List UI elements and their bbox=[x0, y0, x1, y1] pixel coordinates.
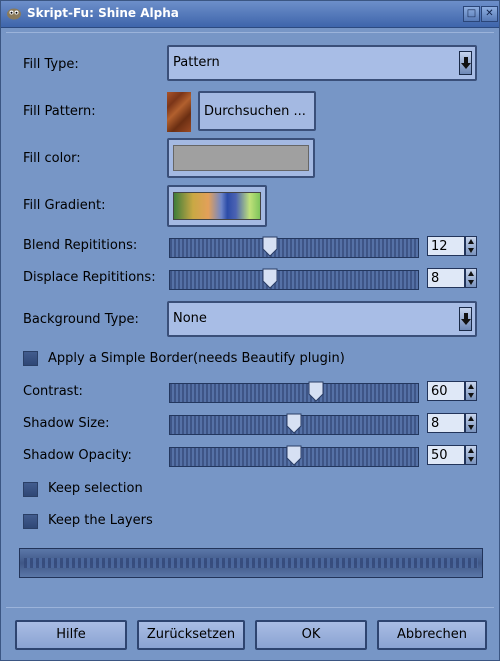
background-type-label: Background Type: bbox=[23, 312, 139, 327]
keep-selection-checkbox[interactable] bbox=[23, 482, 38, 497]
keep-layers-label[interactable]: Keep the Layers bbox=[48, 513, 153, 528]
simple-border-checkbox[interactable] bbox=[23, 351, 38, 366]
window-title: Skript-Fu: Shine Alpha bbox=[27, 6, 179, 20]
fill-type-label: Fill Type: bbox=[23, 57, 79, 72]
gimp-app-icon bbox=[7, 8, 21, 20]
background-type-value: None bbox=[173, 311, 207, 326]
titlebar[interactable]: Skript-Fu: Shine Alpha □ ✕ bbox=[1, 1, 499, 28]
slider-thumb[interactable] bbox=[308, 381, 324, 403]
shadow-opacity-input[interactable]: 50 bbox=[427, 445, 465, 465]
displace-repititions-slider[interactable] bbox=[169, 268, 419, 290]
shadow-opacity-label: Shadow Opacity: bbox=[23, 448, 132, 463]
browse-pattern-button[interactable]: Durchsuchen ... bbox=[198, 91, 316, 131]
contrast-input[interactable]: 60 bbox=[427, 381, 465, 401]
gradient-preview bbox=[173, 192, 261, 220]
spin-arrows-icon[interactable] bbox=[465, 381, 477, 401]
fill-type-select[interactable]: Pattern bbox=[167, 45, 477, 81]
contrast-value: 60 bbox=[431, 384, 448, 399]
blend-repititions-input[interactable]: 12 bbox=[427, 236, 465, 256]
shadow-opacity-value: 50 bbox=[431, 448, 448, 463]
fill-gradient-label: Fill Gradient: bbox=[23, 198, 106, 213]
displace-repititions-label: Displace Repititions: bbox=[23, 270, 156, 285]
shadow-size-input[interactable]: 8 bbox=[427, 413, 465, 433]
slider-thumb[interactable] bbox=[262, 268, 278, 290]
blend-repititions-value: 12 bbox=[431, 239, 448, 254]
shadow-size-value: 8 bbox=[431, 416, 440, 431]
divider bbox=[6, 32, 494, 33]
fill-gradient-button[interactable] bbox=[167, 185, 267, 227]
pattern-preview[interactable] bbox=[167, 92, 191, 132]
shadow-opacity-slider[interactable] bbox=[169, 445, 419, 467]
displace-repititions-input[interactable]: 8 bbox=[427, 268, 465, 288]
close-button[interactable]: ✕ bbox=[481, 6, 498, 22]
displace-repititions-value: 8 bbox=[431, 271, 440, 286]
keep-layers-checkbox[interactable] bbox=[23, 514, 38, 529]
shadow-size-slider[interactable] bbox=[169, 413, 419, 435]
blend-repititions-slider[interactable] bbox=[169, 236, 419, 258]
help-button[interactable]: Hilfe bbox=[15, 620, 127, 650]
fill-type-value: Pattern bbox=[173, 55, 220, 70]
spin-arrows-icon[interactable] bbox=[465, 445, 477, 465]
shadow-size-label: Shadow Size: bbox=[23, 416, 110, 431]
chevron-down-icon[interactable] bbox=[459, 51, 472, 75]
ok-button[interactable]: OK bbox=[255, 620, 367, 650]
maximize-button[interactable]: □ bbox=[463, 6, 480, 22]
keep-selection-label[interactable]: Keep selection bbox=[48, 481, 143, 496]
slider-thumb[interactable] bbox=[262, 236, 278, 258]
slider-thumb[interactable] bbox=[286, 413, 302, 435]
color-swatch bbox=[173, 145, 309, 171]
simple-border-label[interactable]: Apply a Simple Border(needs Beautify plu… bbox=[48, 351, 345, 366]
spin-arrows-icon[interactable] bbox=[465, 413, 477, 433]
fill-pattern-label: Fill Pattern: bbox=[23, 104, 96, 119]
contrast-label: Contrast: bbox=[23, 384, 83, 399]
background-type-select[interactable]: None bbox=[167, 301, 477, 337]
reset-button[interactable]: Zurücksetzen bbox=[137, 620, 245, 650]
spin-arrows-icon[interactable] bbox=[465, 268, 477, 288]
browse-button-label: Durchsuchen ... bbox=[204, 104, 306, 119]
fill-color-button[interactable] bbox=[167, 138, 315, 178]
blend-repititions-label: Blend Repititions: bbox=[23, 238, 138, 253]
chevron-down-icon[interactable] bbox=[459, 307, 472, 331]
spin-arrows-icon[interactable] bbox=[465, 236, 477, 256]
fill-color-label: Fill color: bbox=[23, 151, 81, 166]
slider-thumb[interactable] bbox=[286, 445, 302, 467]
dialog-window: Skript-Fu: Shine Alpha □ ✕ Fill Type: Pa… bbox=[0, 0, 500, 661]
cancel-button[interactable]: Abbrechen bbox=[377, 620, 487, 650]
progress-bar bbox=[19, 548, 483, 578]
contrast-slider[interactable] bbox=[169, 381, 419, 403]
divider bbox=[6, 607, 494, 608]
progress-track bbox=[24, 558, 478, 568]
